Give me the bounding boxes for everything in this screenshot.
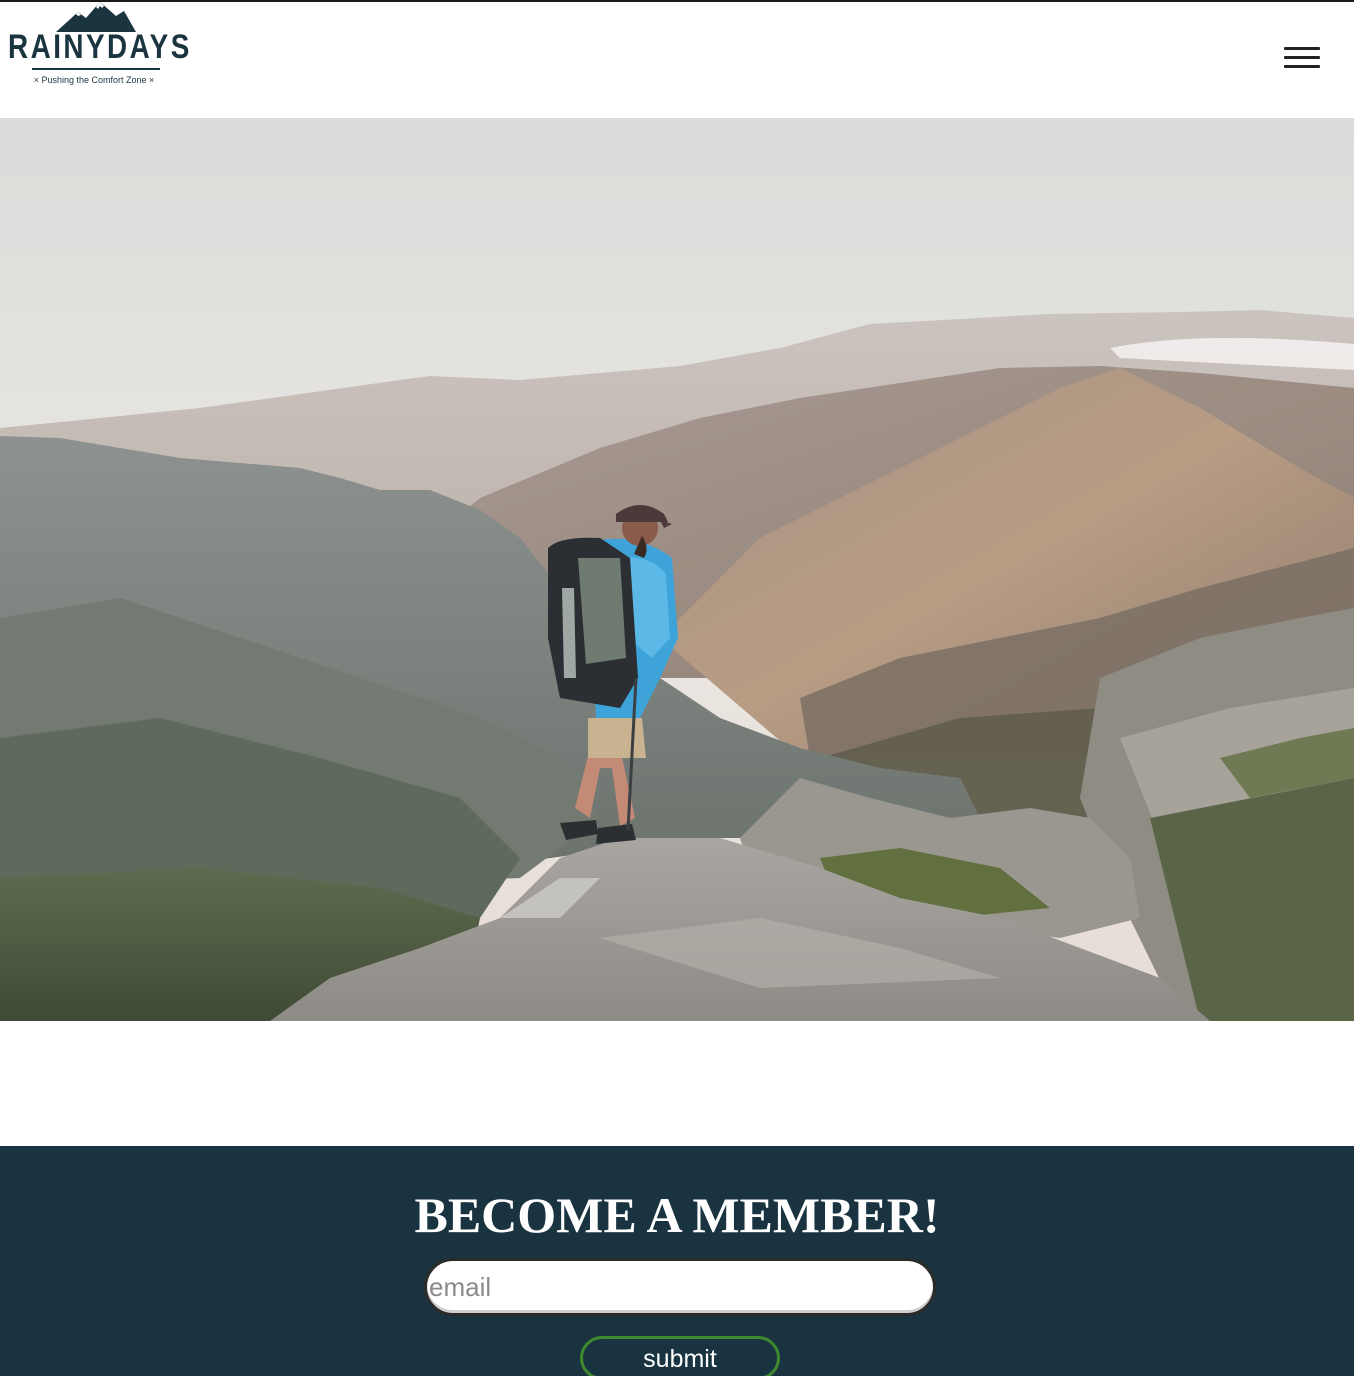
- submit-button[interactable]: submit: [580, 1336, 780, 1376]
- logo-tagline-mark-left: ×: [33, 75, 39, 85]
- menu-bar: [1284, 65, 1320, 68]
- logo-tagline-mark-right: ×: [149, 75, 155, 85]
- membership-title: BECOME A MEMBER!: [414, 1187, 940, 1243]
- menu-bar: [1284, 56, 1320, 59]
- email-field[interactable]: [424, 1258, 936, 1316]
- logo-divider: [32, 68, 160, 70]
- logo-tagline-row: × Pushing the Comfort Zone ×: [6, 75, 182, 85]
- membership-section: BECOME A MEMBER! submit: [0, 1146, 1354, 1376]
- hiker-mountain-photo: [0, 118, 1354, 1021]
- menu-bar: [1284, 47, 1320, 50]
- logo-brand-name: RAINYDAYS: [8, 28, 192, 66]
- hero-image: [0, 118, 1354, 1021]
- site-header: RAINYDAYS × Pushing the Comfort Zone ×: [0, 2, 1354, 118]
- hamburger-menu-icon[interactable]: [1282, 44, 1322, 74]
- rainydays-logo[interactable]: RAINYDAYS × Pushing the Comfort Zone ×: [6, 2, 192, 94]
- logo-tagline: Pushing the Comfort Zone: [41, 75, 147, 85]
